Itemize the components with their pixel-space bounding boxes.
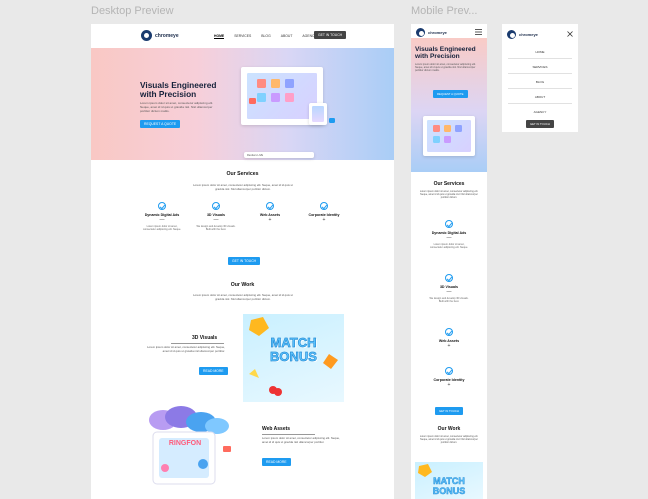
logo-icon xyxy=(507,30,516,39)
mobile-project-image-match-bonus[interactable]: MATCH BONUS xyxy=(415,462,483,499)
menu-item-home[interactable]: HOME xyxy=(502,50,578,54)
logo-icon xyxy=(141,30,152,41)
mobile-service-corporate-identity[interactable]: Corporate Identity + xyxy=(429,367,469,388)
menu-item-services[interactable]: SERVICES xyxy=(502,65,578,69)
mobile-work-intro: Lorem ipsum dolor sit amet, consectetur … xyxy=(419,435,479,445)
mobile-hero-title: Visuals Engineered with Precision xyxy=(415,46,476,61)
match-bonus-text: MATCH BONUS xyxy=(432,476,466,497)
project-title: Web Assets xyxy=(262,426,291,432)
service-dynamic-digital-ads[interactable]: Dynamic Digital Ads — Lorem ipsum dolor … xyxy=(142,202,182,232)
project-image-ringfon[interactable]: RINGFON xyxy=(141,406,233,492)
project-title: 3D Visuals xyxy=(192,335,218,341)
menu-item-about[interactable]: ABOUT xyxy=(502,95,578,99)
nav-blog[interactable]: BLOG xyxy=(261,34,270,39)
menu-item-blog[interactable]: BLOG xyxy=(502,80,578,84)
mobile-services-get-in-touch-button[interactable]: GET IN TOUCH xyxy=(435,407,463,415)
service-desc: Lorem ipsum dolor sit amet, consectetur … xyxy=(429,243,469,250)
hero-sticker-red xyxy=(249,98,256,104)
service-collapse-toggle[interactable]: — xyxy=(429,290,469,295)
check-circle-icon xyxy=(445,328,453,336)
menu-get-in-touch-button[interactable]: GET IN TOUCH xyxy=(526,120,554,128)
check-circle-icon xyxy=(320,202,328,210)
service-desc: Lorem ipsum dolor sit amet, consectetur … xyxy=(142,225,182,232)
services-title: Our Services xyxy=(226,171,259,177)
service-collapse-toggle[interactable]: — xyxy=(142,218,182,223)
project-divider xyxy=(262,434,315,435)
service-collapse-toggle[interactable]: — xyxy=(429,236,469,241)
nav-links: HOME SERVICES BLOG ABOUT AGENCY xyxy=(214,34,317,39)
mobile-services-intro: Lorem ipsum dolor sit amet, consectetur … xyxy=(419,190,479,200)
service-expand-toggle[interactable]: + xyxy=(304,218,344,223)
nav-home[interactable]: HOME xyxy=(214,34,225,39)
mobile-service-3d-visuals[interactable]: 3D Visuals — We design and develop 3D vi… xyxy=(429,274,469,304)
mobile-artboard: chromeye Visuals Engineered with Precisi… xyxy=(411,24,487,499)
hero-title: Visuals Engineered with Precision xyxy=(140,80,217,99)
nav-about[interactable]: ABOUT xyxy=(281,34,293,39)
check-circle-icon xyxy=(266,202,274,210)
brand-name: chromeye xyxy=(428,30,447,35)
project-read-more-button[interactable]: READ MORE xyxy=(199,367,228,375)
ringfon-text: RINGFON xyxy=(168,440,202,447)
service-expand-toggle[interactable]: + xyxy=(429,383,469,388)
hero-sticker-blue xyxy=(329,118,335,123)
work-title: Our Work xyxy=(230,282,255,288)
logo-icon xyxy=(416,28,425,37)
service-expand-toggle[interactable]: + xyxy=(250,218,290,223)
match-bonus-text: MATCH BONUS xyxy=(270,335,318,364)
nav-get-in-touch-button[interactable]: GET IN TOUCH xyxy=(314,31,347,39)
project-read-more-button[interactable]: READ MORE xyxy=(262,458,291,466)
desktop-artboard: chromeye HOME SERVICES BLOG ABOUT AGENCY… xyxy=(91,24,394,499)
project-text: Lorem ipsum dolor sit amet, consectetur … xyxy=(262,436,340,444)
brand-logo[interactable]: chromeye xyxy=(416,28,447,37)
service-collapse-toggle[interactable]: — xyxy=(196,218,236,223)
project-divider xyxy=(171,343,224,344)
hero-phone-mockup xyxy=(309,103,327,125)
project-text: Lorem ipsum dolor sit amet, consectetur … xyxy=(147,345,225,353)
mobile-preview-label: Mobile Prev... xyxy=(411,5,478,17)
check-circle-icon xyxy=(212,202,220,210)
mobile-request-quote-button[interactable]: REQUEST A QUOTE xyxy=(433,90,468,98)
hero-body: Lorem ipsum dolor sit amet, consectetur … xyxy=(140,101,214,113)
hero-section: Visuals Engineered with Precision Lorem … xyxy=(91,48,394,160)
brand-logo[interactable]: chromeye xyxy=(507,30,538,39)
service-desc: We design and develop 3D visuals. Built … xyxy=(429,297,469,304)
hamburger-icon[interactable] xyxy=(475,29,482,35)
brand-logo[interactable]: chromeye xyxy=(141,30,179,41)
mobile-services-title: Our Services xyxy=(433,181,465,187)
service-expand-toggle[interactable]: + xyxy=(429,344,469,349)
check-circle-icon xyxy=(445,220,453,228)
desktop-preview-label: Desktop Preview xyxy=(91,5,174,17)
hero-request-quote-button[interactable]: REQUEST A QUOTE xyxy=(140,120,181,128)
project-image-match-bonus[interactable]: MATCH BONUS xyxy=(243,314,344,402)
mobile-service-dynamic-digital-ads[interactable]: Dynamic Digital Ads — Lorem ipsum dolor … xyxy=(429,220,469,250)
hero-mock-caption: Renders LIVE xyxy=(244,152,314,158)
mobile-service-web-assets[interactable]: Web Assets + xyxy=(429,328,469,349)
mobile-device-mockup xyxy=(423,116,475,156)
close-icon[interactable] xyxy=(567,31,573,37)
check-circle-icon xyxy=(158,202,166,210)
service-web-assets[interactable]: Web Assets + xyxy=(250,202,290,223)
brand-name: chromeye xyxy=(519,32,538,37)
service-desc: We design and develop 3D visuals. Built … xyxy=(196,225,236,232)
ringfon-artwork xyxy=(149,406,231,485)
services-intro: Lorem ipsum dolor sit amet, consectetur … xyxy=(193,183,293,191)
top-nav: chromeye HOME SERVICES BLOG ABOUT AGENCY… xyxy=(91,24,394,48)
services-get-in-touch-button[interactable]: GET IN TOUCH xyxy=(228,257,261,265)
mobile-hero-body: Lorem ipsum dolor sit amet, consectetur … xyxy=(415,63,476,73)
check-circle-icon xyxy=(445,367,453,375)
work-intro: Lorem ipsum dolor sit amet, consectetur … xyxy=(193,293,293,301)
menu-item-agency[interactable]: AGENCY xyxy=(502,110,578,114)
service-corporate-identity[interactable]: Corporate Identity + xyxy=(304,202,344,223)
mobile-work-title: Our Work xyxy=(437,426,461,432)
check-circle-icon xyxy=(445,274,453,282)
mobile-menu-artboard: chromeye HOME SERVICES BLOG ABOUT AGENCY… xyxy=(502,24,578,132)
service-3d-visuals[interactable]: 3D Visuals — We design and develop 3D vi… xyxy=(196,202,236,232)
nav-services[interactable]: SERVICES xyxy=(234,34,251,39)
mobile-hero: Visuals Engineered with Precision Lorem … xyxy=(411,38,487,172)
brand-name: chromeye xyxy=(155,32,179,39)
